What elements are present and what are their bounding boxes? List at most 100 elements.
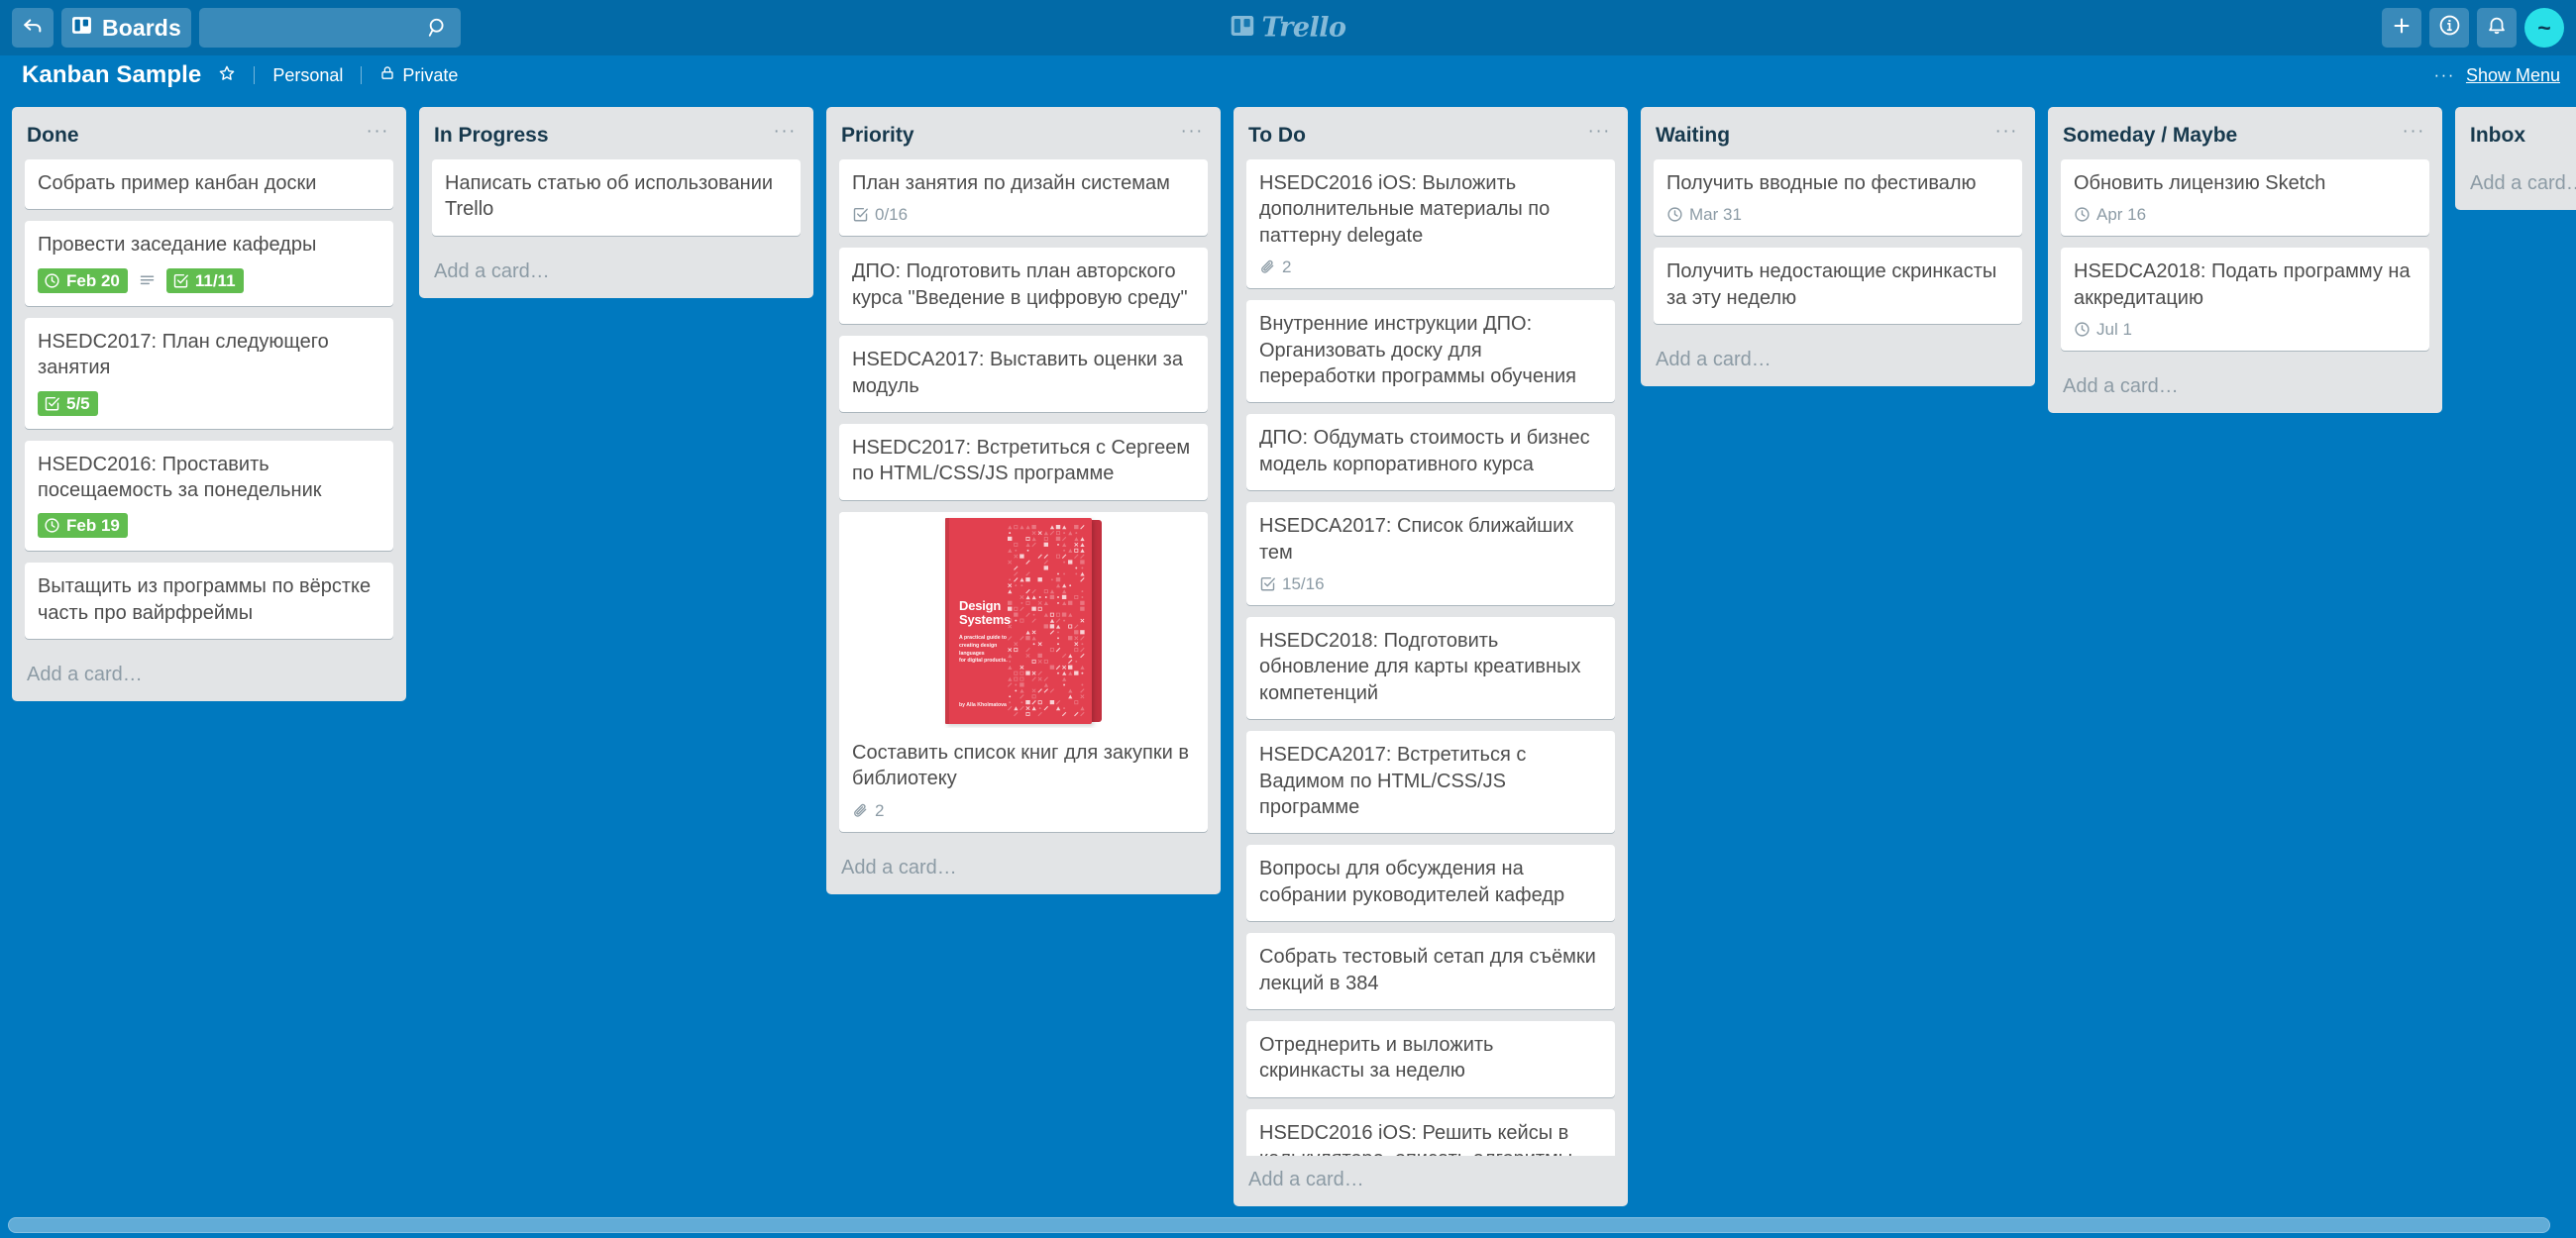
list-title[interactable]: Someday / Maybe <box>2063 124 2237 147</box>
board-list: Priority ··· План занятия по дизайн сист… <box>826 107 1221 894</box>
board-team-button[interactable]: Personal <box>264 59 352 92</box>
card-badge-checklist[interactable]: 5/5 <box>38 390 98 416</box>
board-card[interactable]: HSEDC2017: План следующего занятия 5/5 <box>25 317 393 429</box>
board-card[interactable]: Отреднерить и выложить скринкасты за нед… <box>1246 1020 1615 1097</box>
page-title[interactable]: Kanban Sample <box>14 58 209 92</box>
board-card[interactable]: Обновить лицензию Sketch Apr 16 <box>2061 159 2429 237</box>
trello-logo-text: Trello <box>1261 12 1346 44</box>
board-visibility-button[interactable]: Private <box>371 58 467 92</box>
badge-text: Jul 1 <box>2096 320 2132 340</box>
badge-text: Apr 16 <box>2096 205 2147 225</box>
card-badge-checklist[interactable]: 11/11 <box>165 267 244 293</box>
board-card[interactable]: HSEDCA2017: Выставить оценки за модуль <box>839 336 1208 413</box>
card-title: HSEDC2017: Встретиться с Сергеем по HTML… <box>852 437 1191 485</box>
card-badges: Feb 20 11/11 <box>38 267 380 293</box>
board-card[interactable]: План занятия по дизайн системам 0/16 <box>839 159 1208 237</box>
list-title[interactable]: Inbox <box>2470 124 2525 147</box>
board-card[interactable]: ДПО: Подготовить план авторского курса "… <box>839 248 1208 325</box>
search-box[interactable] <box>198 8 478 48</box>
card-badge-due[interactable]: Apr 16 <box>2074 206 2146 223</box>
card-title: HSEDC2016: Проставить посещаемость за по… <box>38 453 322 502</box>
board-card[interactable]: Написать статью об использовании Trello <box>432 159 801 236</box>
list-menu-icon[interactable]: ··· <box>2401 122 2427 141</box>
board-card[interactable]: Собрать тестовый сетап для съёмки лекций… <box>1246 933 1615 1009</box>
board-card[interactable]: Вопросы для обсуждения на собрании руков… <box>1246 845 1615 922</box>
board-card[interactable]: Получить вводные по фестивалю Mar 31 <box>1654 159 2022 237</box>
clock-icon <box>44 272 60 289</box>
board-card[interactable]: HSEDCA2018: Подать программу на аккредит… <box>2061 248 2429 352</box>
star-board-button[interactable] <box>209 58 245 93</box>
book-title: Design Systems <box>959 597 1012 628</box>
board-list: Inbox ··· Add a card… <box>2455 107 2576 211</box>
board-card[interactable]: HSEDCA2017: Встретиться с Вадимом по HTM… <box>1246 731 1615 834</box>
board-card[interactable]: Собрать пример канбан доски <box>25 159 393 210</box>
board-card[interactable]: Провести заседание кафедры Feb 20 11/11 <box>25 221 393 306</box>
book-subtitle: A practical guide to creating design lang… <box>959 634 1008 665</box>
lock-icon <box>379 64 395 86</box>
card-title: HSEDC2016 iOS: Решить кейсы в калькулято… <box>1259 1121 1572 1156</box>
board-card[interactable]: Design Systems A practical guide to creati… <box>839 511 1208 832</box>
card-title: Вопросы для обсуждения на собрании руков… <box>1259 858 1565 906</box>
info-button[interactable] <box>2429 8 2469 48</box>
card-badge-due[interactable]: Feb 19 <box>38 513 128 539</box>
card-badge-checklist[interactable]: 0/16 <box>852 206 908 223</box>
list-menu-icon[interactable]: ··· <box>1993 122 2020 141</box>
book-front-cover: Design Systems A practical guide to creati… <box>945 517 1092 724</box>
card-badge-due[interactable]: Feb 20 <box>38 267 128 293</box>
card-badge-due[interactable]: Mar 31 <box>1666 206 1742 223</box>
back-button[interactable] <box>12 8 54 48</box>
card-badges: 15/16 <box>1259 575 1602 592</box>
show-menu-button[interactable]: ··· Show Menu <box>2433 65 2560 86</box>
list-title[interactable]: In Progress <box>434 124 549 147</box>
board-card[interactable]: ДПО: Обдумать стоимость и бизнес модель … <box>1246 414 1615 491</box>
card-badges: Apr 16 <box>2074 206 2416 223</box>
search-icon[interactable] <box>427 17 449 39</box>
card-badges: 5/5 <box>38 390 380 416</box>
board-card[interactable]: HSEDCA2017: Список ближайших тем 15/16 <box>1246 502 1615 605</box>
add-card-button[interactable]: Add a card… <box>1641 336 2035 386</box>
add-card-button[interactable]: Add a card… <box>419 248 813 298</box>
trello-logo[interactable]: Trello <box>1230 12 1346 44</box>
header-divider-1 <box>254 66 256 84</box>
list-menu-icon[interactable]: ··· <box>1586 122 1613 141</box>
list-menu-icon[interactable]: ··· <box>1179 122 1206 141</box>
user-avatar[interactable]: ~ <box>2524 8 2564 48</box>
menu-dots-icon: ··· <box>2433 65 2455 84</box>
add-card-button[interactable]: Add a card… <box>2048 362 2442 413</box>
list-title[interactable]: To Do <box>1248 124 1306 147</box>
list-cards: Получить вводные по фестивалю Mar 31 Пол… <box>1641 159 2035 336</box>
add-card-button[interactable]: Add a card… <box>1234 1156 1628 1206</box>
board-card[interactable]: HSEDC2016 iOS: Выложить дополнительные м… <box>1246 159 1615 289</box>
card-badge-due[interactable]: Jul 1 <box>2074 321 2132 338</box>
add-card-button[interactable]: Add a card… <box>826 844 1221 894</box>
horizontal-scrollbar[interactable] <box>0 1214 2576 1238</box>
list-title[interactable]: Done <box>27 124 79 147</box>
board-card[interactable]: HSEDC2018: Подготовить обновление для ка… <box>1246 617 1615 720</box>
board-card[interactable]: HSEDC2017: Встретиться с Сергеем по HTML… <box>839 424 1208 500</box>
list-title[interactable]: Waiting <box>1656 124 1730 147</box>
add-card-button[interactable]: Add a card… <box>12 651 406 701</box>
board-card[interactable]: Вытащить из программы по вёрстке часть п… <box>25 563 393 640</box>
board-card[interactable]: Внутренние инструкции ДПО: Организовать … <box>1246 300 1615 403</box>
card-badge-description[interactable] <box>139 272 156 289</box>
card-badge-attachment[interactable]: 2 <box>1259 258 1291 275</box>
checkbox-icon <box>852 206 869 223</box>
add-card-button[interactable]: Add a card… <box>2455 159 2576 210</box>
board-lists-container: Done ··· Собрать пример канбан доски Про… <box>0 95 2576 1238</box>
card-badge-attachment[interactable]: 2 <box>852 802 884 819</box>
horizontal-scrollbar-thumb[interactable] <box>8 1217 2550 1233</box>
card-badge-checklist[interactable]: 15/16 <box>1259 575 1325 592</box>
board-card[interactable]: HSEDC2016: Проставить посещаемость за по… <box>25 440 393 552</box>
list-title[interactable]: Priority <box>841 124 914 147</box>
badge-text: 11/11 <box>194 270 236 290</box>
board-card[interactable]: HSEDC2016 iOS: Решить кейсы в калькулято… <box>1246 1108 1615 1156</box>
card-title: Провести заседание кафедры <box>38 234 317 257</box>
card-title: HSEDC2018: Подготовить обновление для ка… <box>1259 630 1581 704</box>
boards-button[interactable]: Boards <box>61 8 191 48</box>
add-button[interactable] <box>2382 8 2421 48</box>
list-menu-icon[interactable]: ··· <box>365 122 391 141</box>
board-card[interactable]: Получить недостающие скринкасты за эту н… <box>1654 248 2022 325</box>
list-menu-icon[interactable]: ··· <box>772 122 799 141</box>
top-navigation-bar: Boards Trello ~ <box>0 0 2576 55</box>
notifications-button[interactable] <box>2477 8 2517 48</box>
